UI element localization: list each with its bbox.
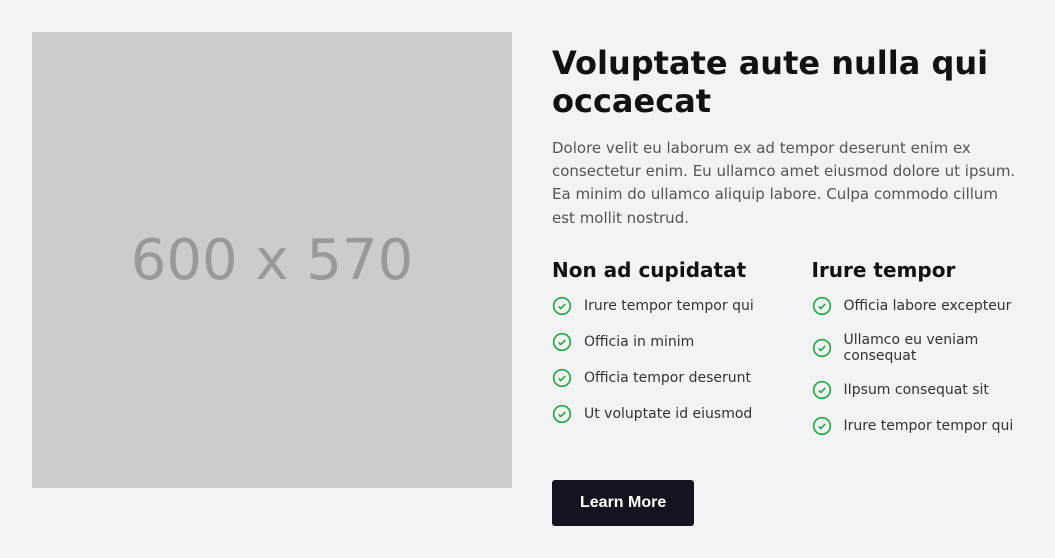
feature-column-left: Non ad cupidatat Irure tempor tempor qui… (552, 258, 764, 452)
feature-item: Officia in minim (552, 332, 764, 352)
description-text: Dolore velit eu laborum ex ad tempor des… (552, 137, 1023, 230)
image-placeholder-text: 600 x 570 (131, 228, 414, 293)
content-section: Voluptate aute nulla qui occaecat Dolore… (552, 32, 1023, 526)
feature-item: Officia labore excepteur (812, 296, 1024, 316)
feature-item-label: IIpsum consequat sit (844, 382, 989, 398)
learn-more-button[interactable]: Learn More (552, 480, 694, 526)
check-circle-icon (812, 338, 832, 358)
feature-item: Ullamco eu veniam consequat (812, 332, 1024, 364)
feature-item-label: Irure tempor tempor qui (844, 418, 1014, 434)
feature-item-label: Officia labore excepteur (844, 298, 1012, 314)
check-circle-icon (552, 404, 572, 424)
feature-item-label: Officia in minim (584, 334, 694, 350)
feature-item: IIpsum consequat sit (812, 380, 1024, 400)
feature-list-right: Officia labore excepteur Ullamco eu veni… (812, 296, 1024, 436)
check-circle-icon (552, 332, 572, 352)
feature-item-label: Ut voluptate id eiusmod (584, 406, 752, 422)
main-container: 600 x 570 Voluptate aute nulla qui occae… (32, 32, 1023, 526)
column-heading-right: Irure tempor (812, 258, 1024, 282)
hero-image-placeholder: 600 x 570 (32, 32, 512, 488)
check-circle-icon (552, 296, 572, 316)
check-circle-icon (812, 380, 832, 400)
page-heading: Voluptate aute nulla qui occaecat (552, 44, 1023, 121)
feature-item: Irure tempor tempor qui (552, 296, 764, 316)
feature-item-label: Officia tempor deserunt (584, 370, 751, 386)
check-circle-icon (812, 296, 832, 316)
column-heading-left: Non ad cupidatat (552, 258, 764, 282)
feature-item-label: Irure tempor tempor qui (584, 298, 754, 314)
check-circle-icon (812, 416, 832, 436)
check-circle-icon (552, 368, 572, 388)
feature-item-label: Ullamco eu veniam consequat (844, 332, 1024, 364)
feature-list-left: Irure tempor tempor qui Officia in minim… (552, 296, 764, 424)
feature-item: Irure tempor tempor qui (812, 416, 1024, 436)
feature-columns: Non ad cupidatat Irure tempor tempor qui… (552, 258, 1023, 452)
feature-item: Ut voluptate id eiusmod (552, 404, 764, 424)
feature-item: Officia tempor deserunt (552, 368, 764, 388)
feature-column-right: Irure tempor Officia labore excepteur Ul… (812, 258, 1024, 452)
